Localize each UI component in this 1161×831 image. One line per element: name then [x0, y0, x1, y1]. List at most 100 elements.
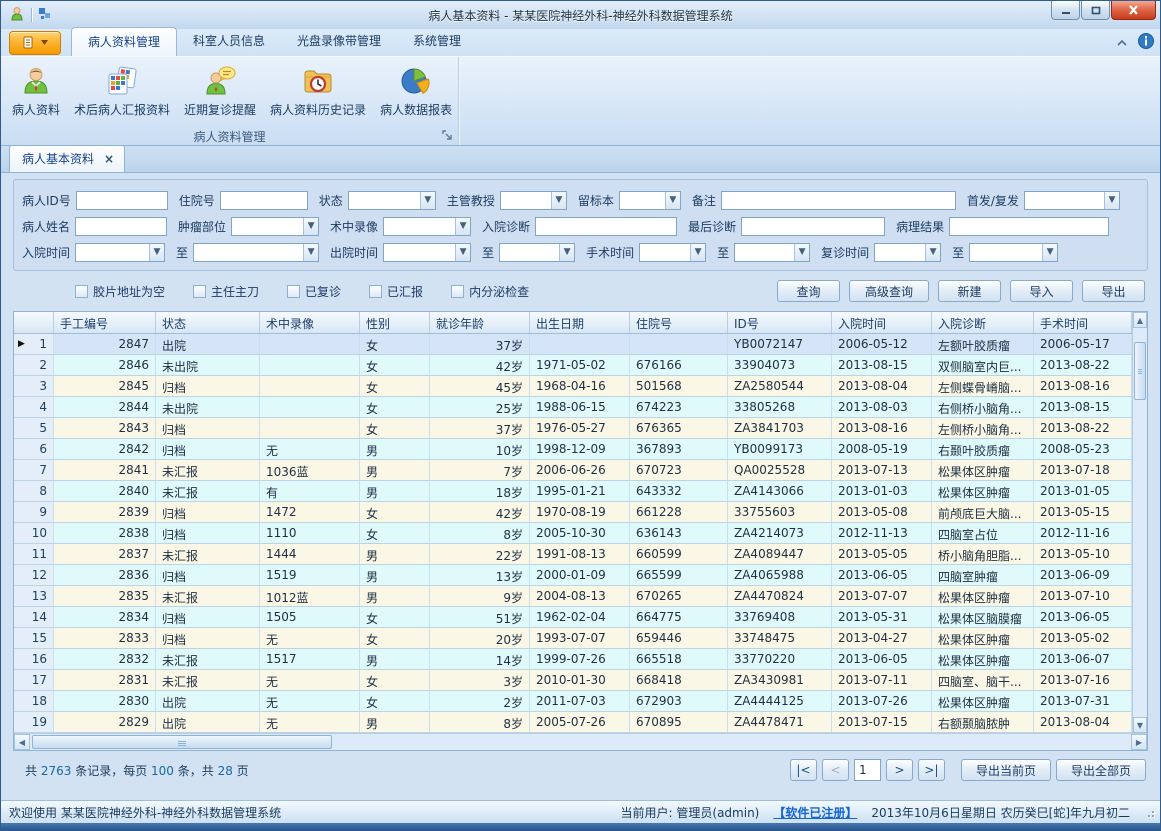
discharge-date-from-select[interactable]: ▼	[383, 243, 471, 262]
table-row[interactable]: 142834归档1505女51岁1962-02-0466477533769408…	[14, 607, 1132, 628]
info-icon[interactable]	[1138, 33, 1154, 52]
table-row[interactable]: 102838归档1110女8岁2005-10-30636143ZA4214073…	[14, 523, 1132, 544]
import-button[interactable]: 导入	[1010, 280, 1073, 302]
table-row[interactable]: 52843归档女37岁1976-05-27676365ZA38417032013…	[14, 418, 1132, 439]
ribbon-tab-system-management[interactable]: 系统管理	[397, 27, 477, 56]
column-header-9[interactable]: 入院时间	[832, 312, 932, 333]
ribbon-button-patient-history[interactable]: 病人资料历史记录	[263, 61, 373, 121]
checkbox-film-address-empty[interactable]: 胶片地址为空	[75, 283, 165, 300]
tab-close-icon[interactable]: ×	[104, 152, 114, 166]
ribbon-button-postop-report-data[interactable]: 术后病人汇报资料	[67, 61, 177, 121]
table-row[interactable]: 132835未汇报1012蓝男9岁2004-08-13670265ZA44708…	[14, 586, 1132, 607]
table-row[interactable]: 172831未汇报无女3岁2010-01-30668418ZA343098120…	[14, 670, 1132, 691]
ribbon-button-patient-report-chart[interactable]: 病人数据报表	[373, 61, 459, 121]
chevron-down-icon[interactable]: ▼	[455, 218, 470, 235]
patient-name-input[interactable]	[75, 217, 167, 236]
maximize-button[interactable]	[1081, 1, 1110, 20]
surgery-date-to-select[interactable]: ▼	[734, 243, 810, 262]
admit-date-to-select[interactable]: ▼	[193, 243, 319, 262]
chevron-down-icon[interactable]: ▼	[1042, 244, 1057, 261]
checkbox-endocrine-exam[interactable]: 内分泌检查	[451, 283, 529, 300]
tumor-site-select[interactable]: ▼	[231, 217, 319, 236]
export-all-pages-button[interactable]: 导出全部页	[1056, 759, 1146, 781]
first-or-recur-select[interactable]: ▼	[1024, 191, 1120, 210]
revisit-date-from-select[interactable]: ▼	[874, 243, 941, 262]
scroll-up-icon[interactable]: ▲	[1133, 312, 1147, 328]
app-person-icon[interactable]	[9, 6, 25, 25]
last-page-button[interactable]: >|	[918, 759, 945, 781]
checkbox-chief-surgeon[interactable]: 主任主刀	[193, 283, 259, 300]
admission-no-input[interactable]	[220, 191, 308, 210]
table-row[interactable]: 42844未出院女25岁1988-06-15674223338052682013…	[14, 397, 1132, 418]
column-header-2[interactable]: 状态	[156, 312, 260, 333]
column-header-3[interactable]: 术中录像	[260, 312, 360, 333]
vertical-scrollbar[interactable]: ▲ ▼	[1132, 312, 1147, 733]
horizontal-scroll-thumb[interactable]	[32, 735, 332, 749]
final-diagnosis-input[interactable]	[741, 217, 885, 236]
pathology-result-input[interactable]	[949, 217, 1109, 236]
application-menu-button[interactable]	[9, 31, 61, 55]
quick-access-squares-icon[interactable]	[38, 7, 52, 24]
table-row[interactable]: 122836归档1519男13岁2000-01-09665599ZA406598…	[14, 565, 1132, 586]
table-row[interactable]: 82840未汇报有男18岁1995-01-21643332ZA414306620…	[14, 481, 1132, 502]
software-registered-link[interactable]: 【软件已注册】	[773, 804, 857, 821]
advanced-query-button[interactable]: 高级查询	[849, 280, 929, 302]
horizontal-scrollbar[interactable]: ◀ ▶	[14, 733, 1147, 750]
first-page-button[interactable]: |<	[790, 759, 817, 781]
chevron-down-icon[interactable]: ▼	[690, 244, 705, 261]
remark-input[interactable]	[721, 191, 956, 210]
table-row[interactable]: 192829出院无男8岁2005-07-26670895ZA4478471201…	[14, 712, 1132, 733]
new-button[interactable]: 新建	[938, 280, 1001, 302]
column-header-6[interactable]: 出生日期	[530, 312, 630, 333]
table-row[interactable]: 22846未出院女42岁1971-05-02676166339040732013…	[14, 355, 1132, 376]
table-row[interactable]: ▶12847出院女37岁YB00721472006-05-12左额叶胶质瘤200…	[14, 334, 1132, 355]
status-select[interactable]: ▼	[348, 191, 436, 210]
chevron-down-icon[interactable]: ▼	[303, 244, 318, 261]
page-number-input[interactable]	[854, 759, 881, 781]
table-row[interactable]: 112837未汇报1444男22岁1991-08-13660599ZA40894…	[14, 544, 1132, 565]
chevron-down-icon[interactable]: ▼	[303, 218, 318, 235]
table-row[interactable]: 32845归档女45岁1968-04-16501568ZA25805442013…	[14, 376, 1132, 397]
ribbon-tab-department-staff-info[interactable]: 科室人员信息	[177, 27, 281, 56]
chevron-down-icon[interactable]: ▼	[455, 244, 470, 261]
column-header-8[interactable]: ID号	[728, 312, 832, 333]
table-row[interactable]: 92839归档1472女42岁1970-08-19661228337556032…	[14, 502, 1132, 523]
column-header-4[interactable]: 性别	[360, 312, 430, 333]
close-button[interactable]	[1111, 1, 1156, 20]
collapse-ribbon-icon[interactable]	[1116, 36, 1128, 50]
column-header-10[interactable]: 入院诊断	[932, 312, 1034, 333]
column-header-11[interactable]: 手术时间	[1034, 312, 1132, 333]
chevron-down-icon[interactable]: ▼	[559, 244, 574, 261]
dialog-launcher-icon[interactable]	[441, 129, 454, 142]
admission-diagnosis-input[interactable]	[535, 217, 677, 236]
table-row[interactable]: 72841未汇报1036蓝男7岁2006-06-26670723QA002552…	[14, 460, 1132, 481]
export-button[interactable]: 导出	[1082, 280, 1145, 302]
next-page-button[interactable]: >	[886, 759, 913, 781]
surgery-video-select[interactable]: ▼	[383, 217, 471, 236]
ribbon-button-revisit-reminder[interactable]: 近期复诊提醒	[177, 61, 263, 121]
professor-select[interactable]: ▼	[500, 191, 567, 210]
column-header-7[interactable]: 住院号	[630, 312, 728, 333]
patient-id-input[interactable]	[76, 191, 168, 210]
checkbox-revisited[interactable]: 已复诊	[287, 283, 341, 300]
table-row[interactable]: 182830出院无女2岁2011-07-03672903ZA4444125201…	[14, 691, 1132, 712]
chevron-down-icon[interactable]: ▼	[149, 244, 164, 261]
chevron-down-icon[interactable]: ▼	[551, 192, 566, 209]
chevron-down-icon[interactable]: ▼	[794, 244, 809, 261]
ribbon-tab-disc-tape-management[interactable]: 光盘录像带管理	[281, 27, 397, 56]
prev-page-button[interactable]: <	[822, 759, 849, 781]
column-header-indicator[interactable]	[14, 312, 54, 333]
chevron-down-icon[interactable]: ▼	[420, 192, 435, 209]
export-current-page-button[interactable]: 导出当前页	[961, 759, 1051, 781]
ribbon-button-patient-data[interactable]: 病人资料	[5, 61, 67, 121]
table-row[interactable]: 162832未汇报1517男14岁1999-07-266655183377022…	[14, 649, 1132, 670]
surgery-date-from-select[interactable]: ▼	[639, 243, 706, 262]
table-row[interactable]: 152833归档无女20岁1993-07-0765944633748475201…	[14, 628, 1132, 649]
column-header-1[interactable]: 手工编号	[54, 312, 156, 333]
table-row[interactable]: 62842归档无男10岁1998-12-09367893YB0099173200…	[14, 439, 1132, 460]
checkbox-reported[interactable]: 已汇报	[369, 283, 423, 300]
chevron-down-icon[interactable]: ▼	[665, 192, 680, 209]
minimize-button[interactable]	[1051, 1, 1080, 20]
resize-grip[interactable]	[1144, 807, 1154, 817]
discharge-date-to-select[interactable]: ▼	[499, 243, 575, 262]
